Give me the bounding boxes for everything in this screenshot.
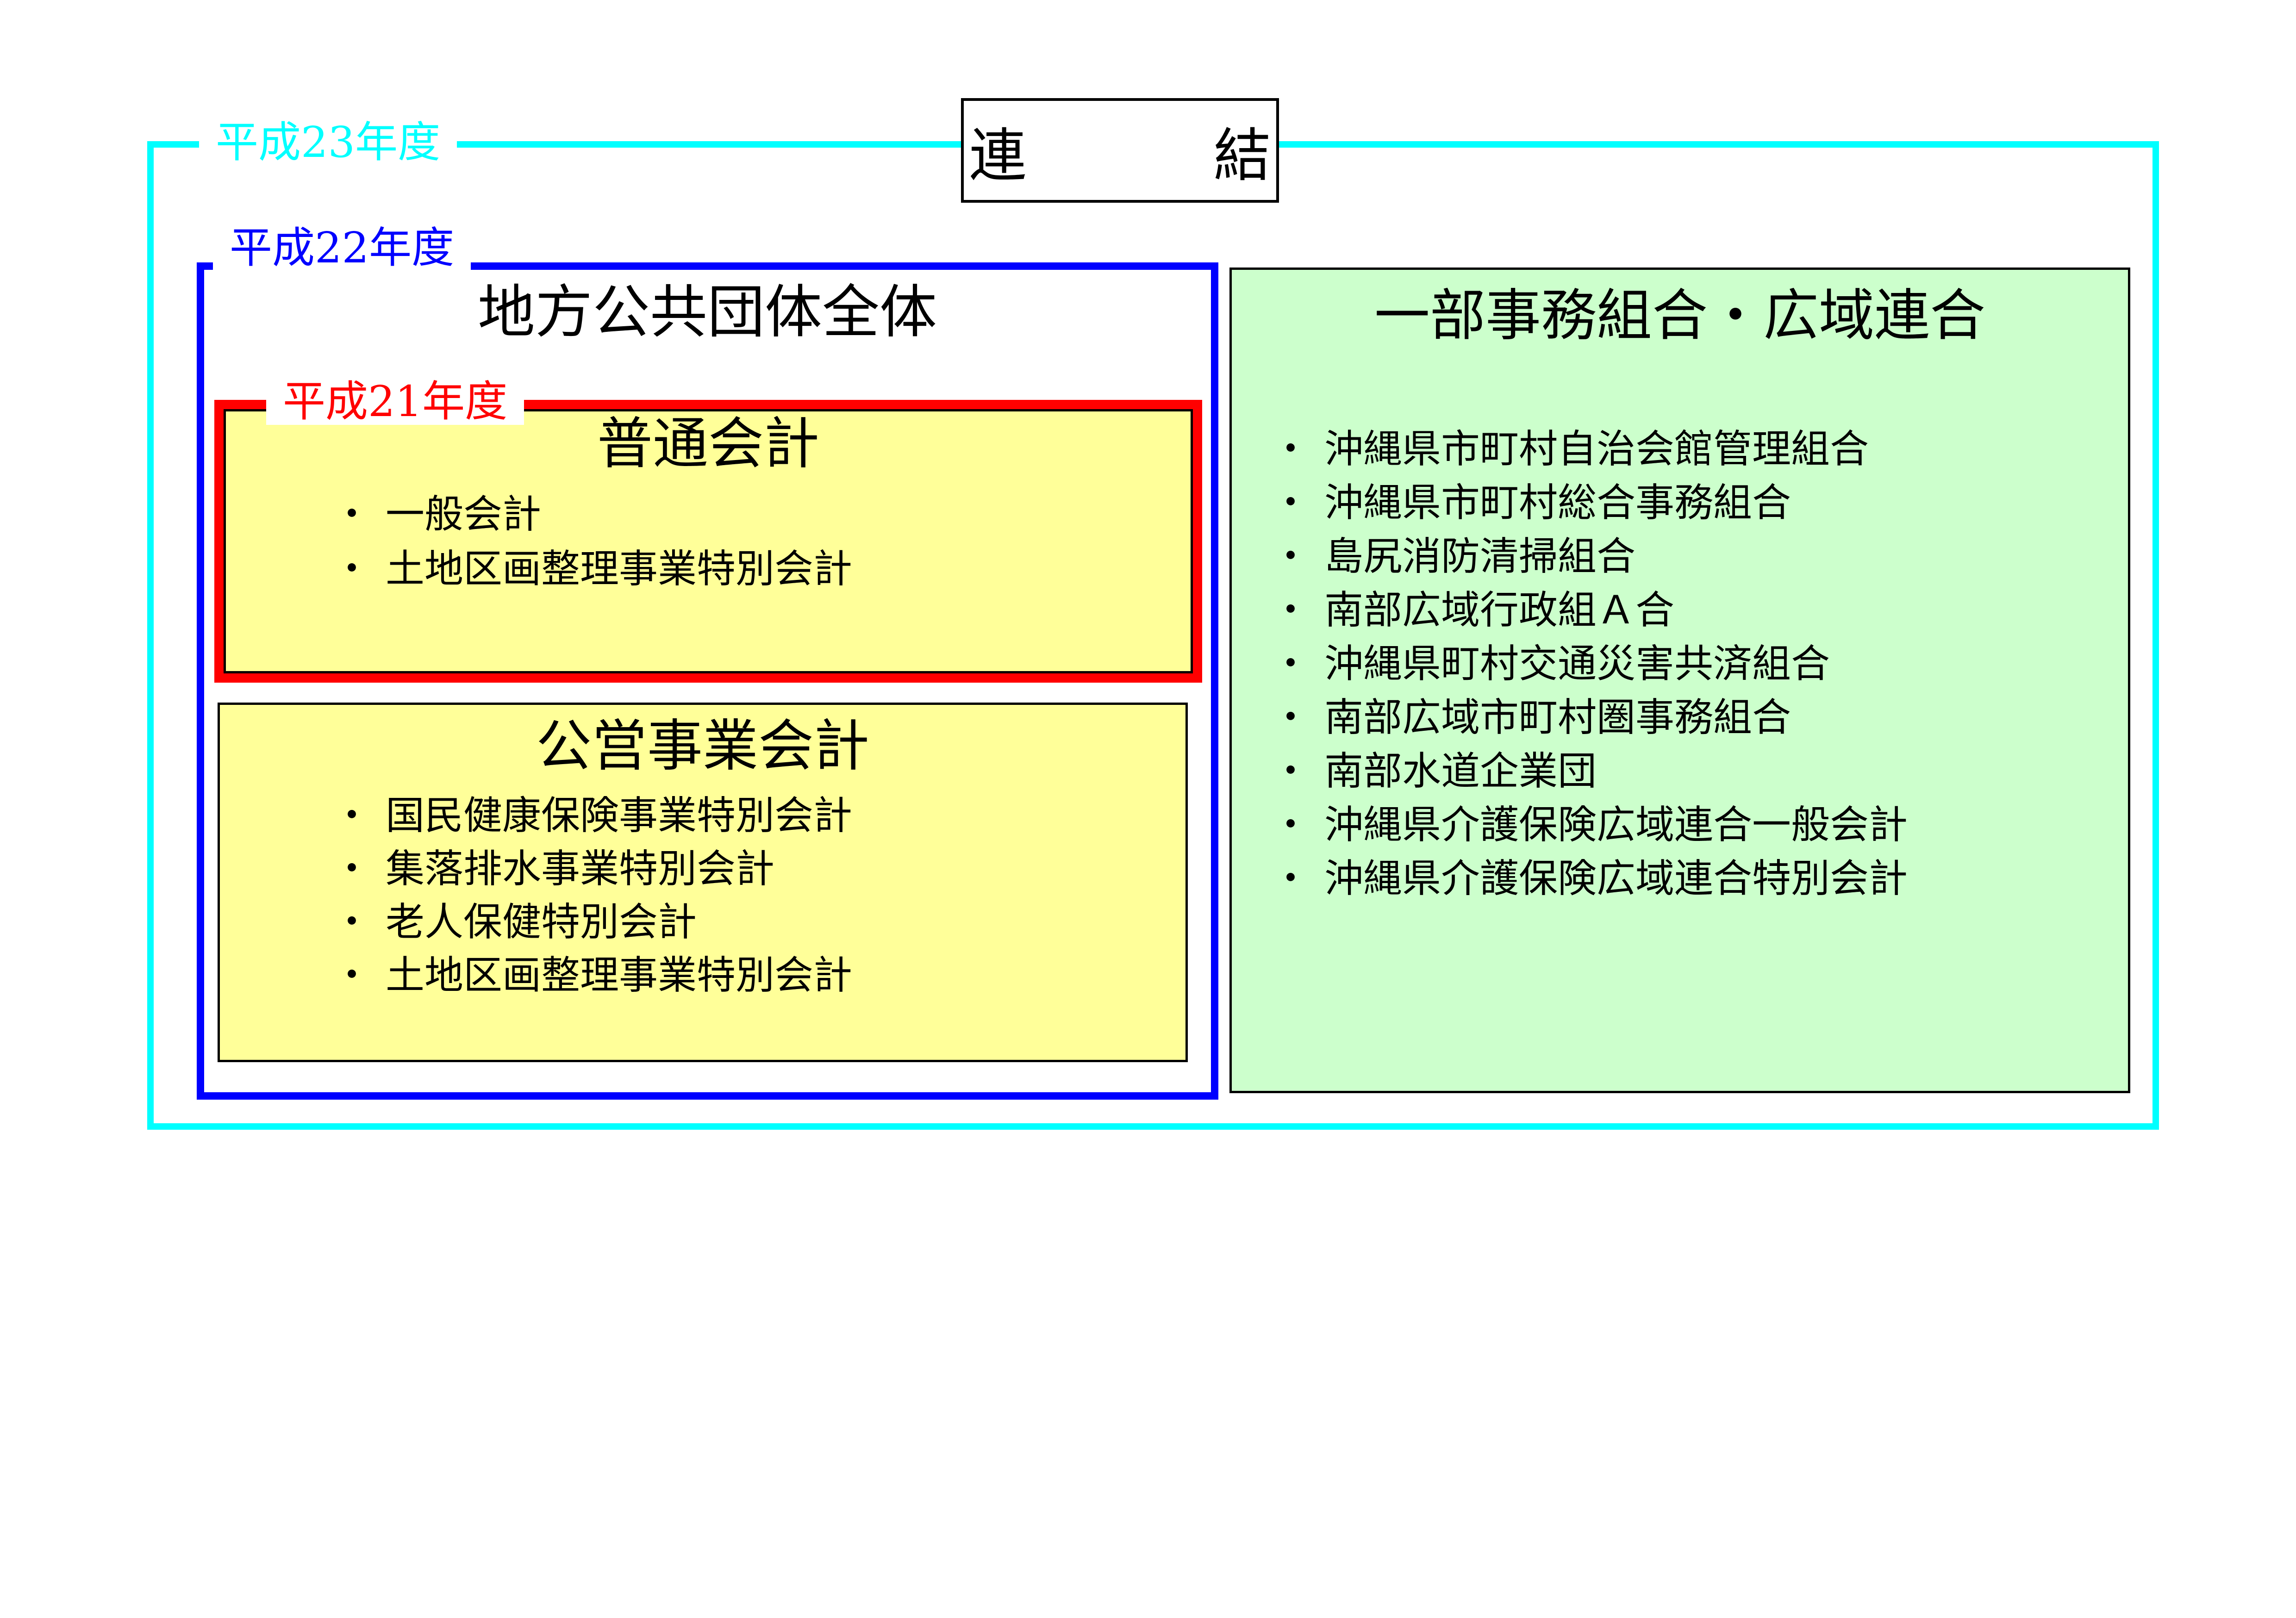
- consolidation-label: 連 結: [969, 123, 1336, 189]
- item-label: 南部広域行政組Ａ合: [1324, 587, 1675, 633]
- item-label: 沖縄県介護保険広域連合一般会計: [1324, 802, 1908, 847]
- bullet: ・: [1271, 587, 1310, 633]
- label-fy2010: 平成22年度: [213, 225, 471, 271]
- list-item: ・集落排水事業特別会計: [332, 838, 852, 891]
- unions-box: 一部事務組合・広域連合 ・沖縄県市町村自治会館管理組合 ・沖縄県市町村総合事務組…: [1229, 268, 2130, 1093]
- item-label: 国民健康保険事業特別会計: [386, 793, 853, 838]
- item-label: 沖縄県市町村総合事務組合: [1324, 480, 1791, 525]
- bullet: ・: [332, 952, 372, 998]
- bullet: ・: [1271, 748, 1310, 794]
- list-item: ・沖縄県町村交通災害共済組合: [1271, 633, 1908, 686]
- item-label: 沖縄県町村交通災害共済組合: [1324, 641, 1830, 686]
- item-label: 沖縄県介護保険広域連合特別会計: [1324, 856, 1908, 901]
- list-item: ・南部広域行政組Ａ合: [1271, 579, 1908, 633]
- bullet: ・: [332, 899, 372, 945]
- bullet: ・: [332, 793, 372, 838]
- list-item: ・南部広域市町村圏事務組合: [1271, 686, 1908, 740]
- list-item: ・土地区画整理事業特別会計: [332, 944, 853, 998]
- unions-list: ・沖縄県市町村自治会館管理組合 ・沖縄県市町村総合事務組合 ・島尻消防清掃組合 …: [1271, 418, 1908, 901]
- bullet: ・: [1271, 856, 1310, 901]
- public-enterprise-account-box: 公営事業会計 ・国民健康保険事業特別会計 ・集落排水事業特別会計 ・老人保健特別…: [218, 703, 1188, 1062]
- list-item: ・島尻消防清掃組合: [1271, 525, 1908, 579]
- list-item: ・国民健康保険事業特別会計: [332, 784, 852, 838]
- item-label: 島尻消防清掃組合: [1324, 534, 1636, 579]
- label-fy2011: 平成23年度: [199, 119, 457, 166]
- bullet: ・: [1271, 695, 1310, 740]
- bullet: ・: [1271, 426, 1310, 472]
- frame-fy2009: [214, 400, 1202, 683]
- list-item: ・沖縄県市町村総合事務組合: [1271, 472, 1908, 525]
- list-item: ・沖縄県介護保険広域連合一般会計: [1271, 794, 1908, 847]
- label-fy2009: 平成21年度: [266, 379, 524, 425]
- unions-title: 一部事務組合・広域連合: [1374, 284, 1985, 348]
- item-label: 土地区画整理事業特別会計: [386, 952, 853, 998]
- whole-local-government-title: 地方公共団体全体: [477, 279, 937, 346]
- list-item: ・南部水道企業団: [1271, 740, 1908, 794]
- bullet: ・: [1271, 480, 1310, 525]
- bullet: ・: [1271, 641, 1310, 686]
- bullet: ・: [1271, 534, 1310, 579]
- item-label: 集落排水事業特別会計: [386, 846, 775, 891]
- public-enterprise-list: ・国民健康保険事業特別会計 ・集落排水事業特別会計 ・老人保健特別会計 ・土地区…: [332, 784, 853, 998]
- list-item: ・老人保健特別会計: [332, 891, 852, 945]
- bullet: ・: [1271, 802, 1310, 847]
- list-item: ・沖縄県市町村自治会館管理組合: [1271, 418, 1908, 472]
- item-label: 南部広域市町村圏事務組合: [1324, 695, 1791, 740]
- item-label: 南部水道企業団: [1324, 748, 1597, 794]
- item-label: 老人保健特別会計: [386, 899, 697, 945]
- public-enterprise-title: 公営事業会計: [536, 714, 869, 778]
- consolidation-header: 連 結: [961, 98, 1279, 203]
- item-label: 沖縄県市町村自治会館管理組合: [1324, 426, 1869, 472]
- list-item: ・沖縄県介護保険広域連合特別会計: [1271, 847, 1908, 901]
- bullet: ・: [332, 846, 372, 891]
